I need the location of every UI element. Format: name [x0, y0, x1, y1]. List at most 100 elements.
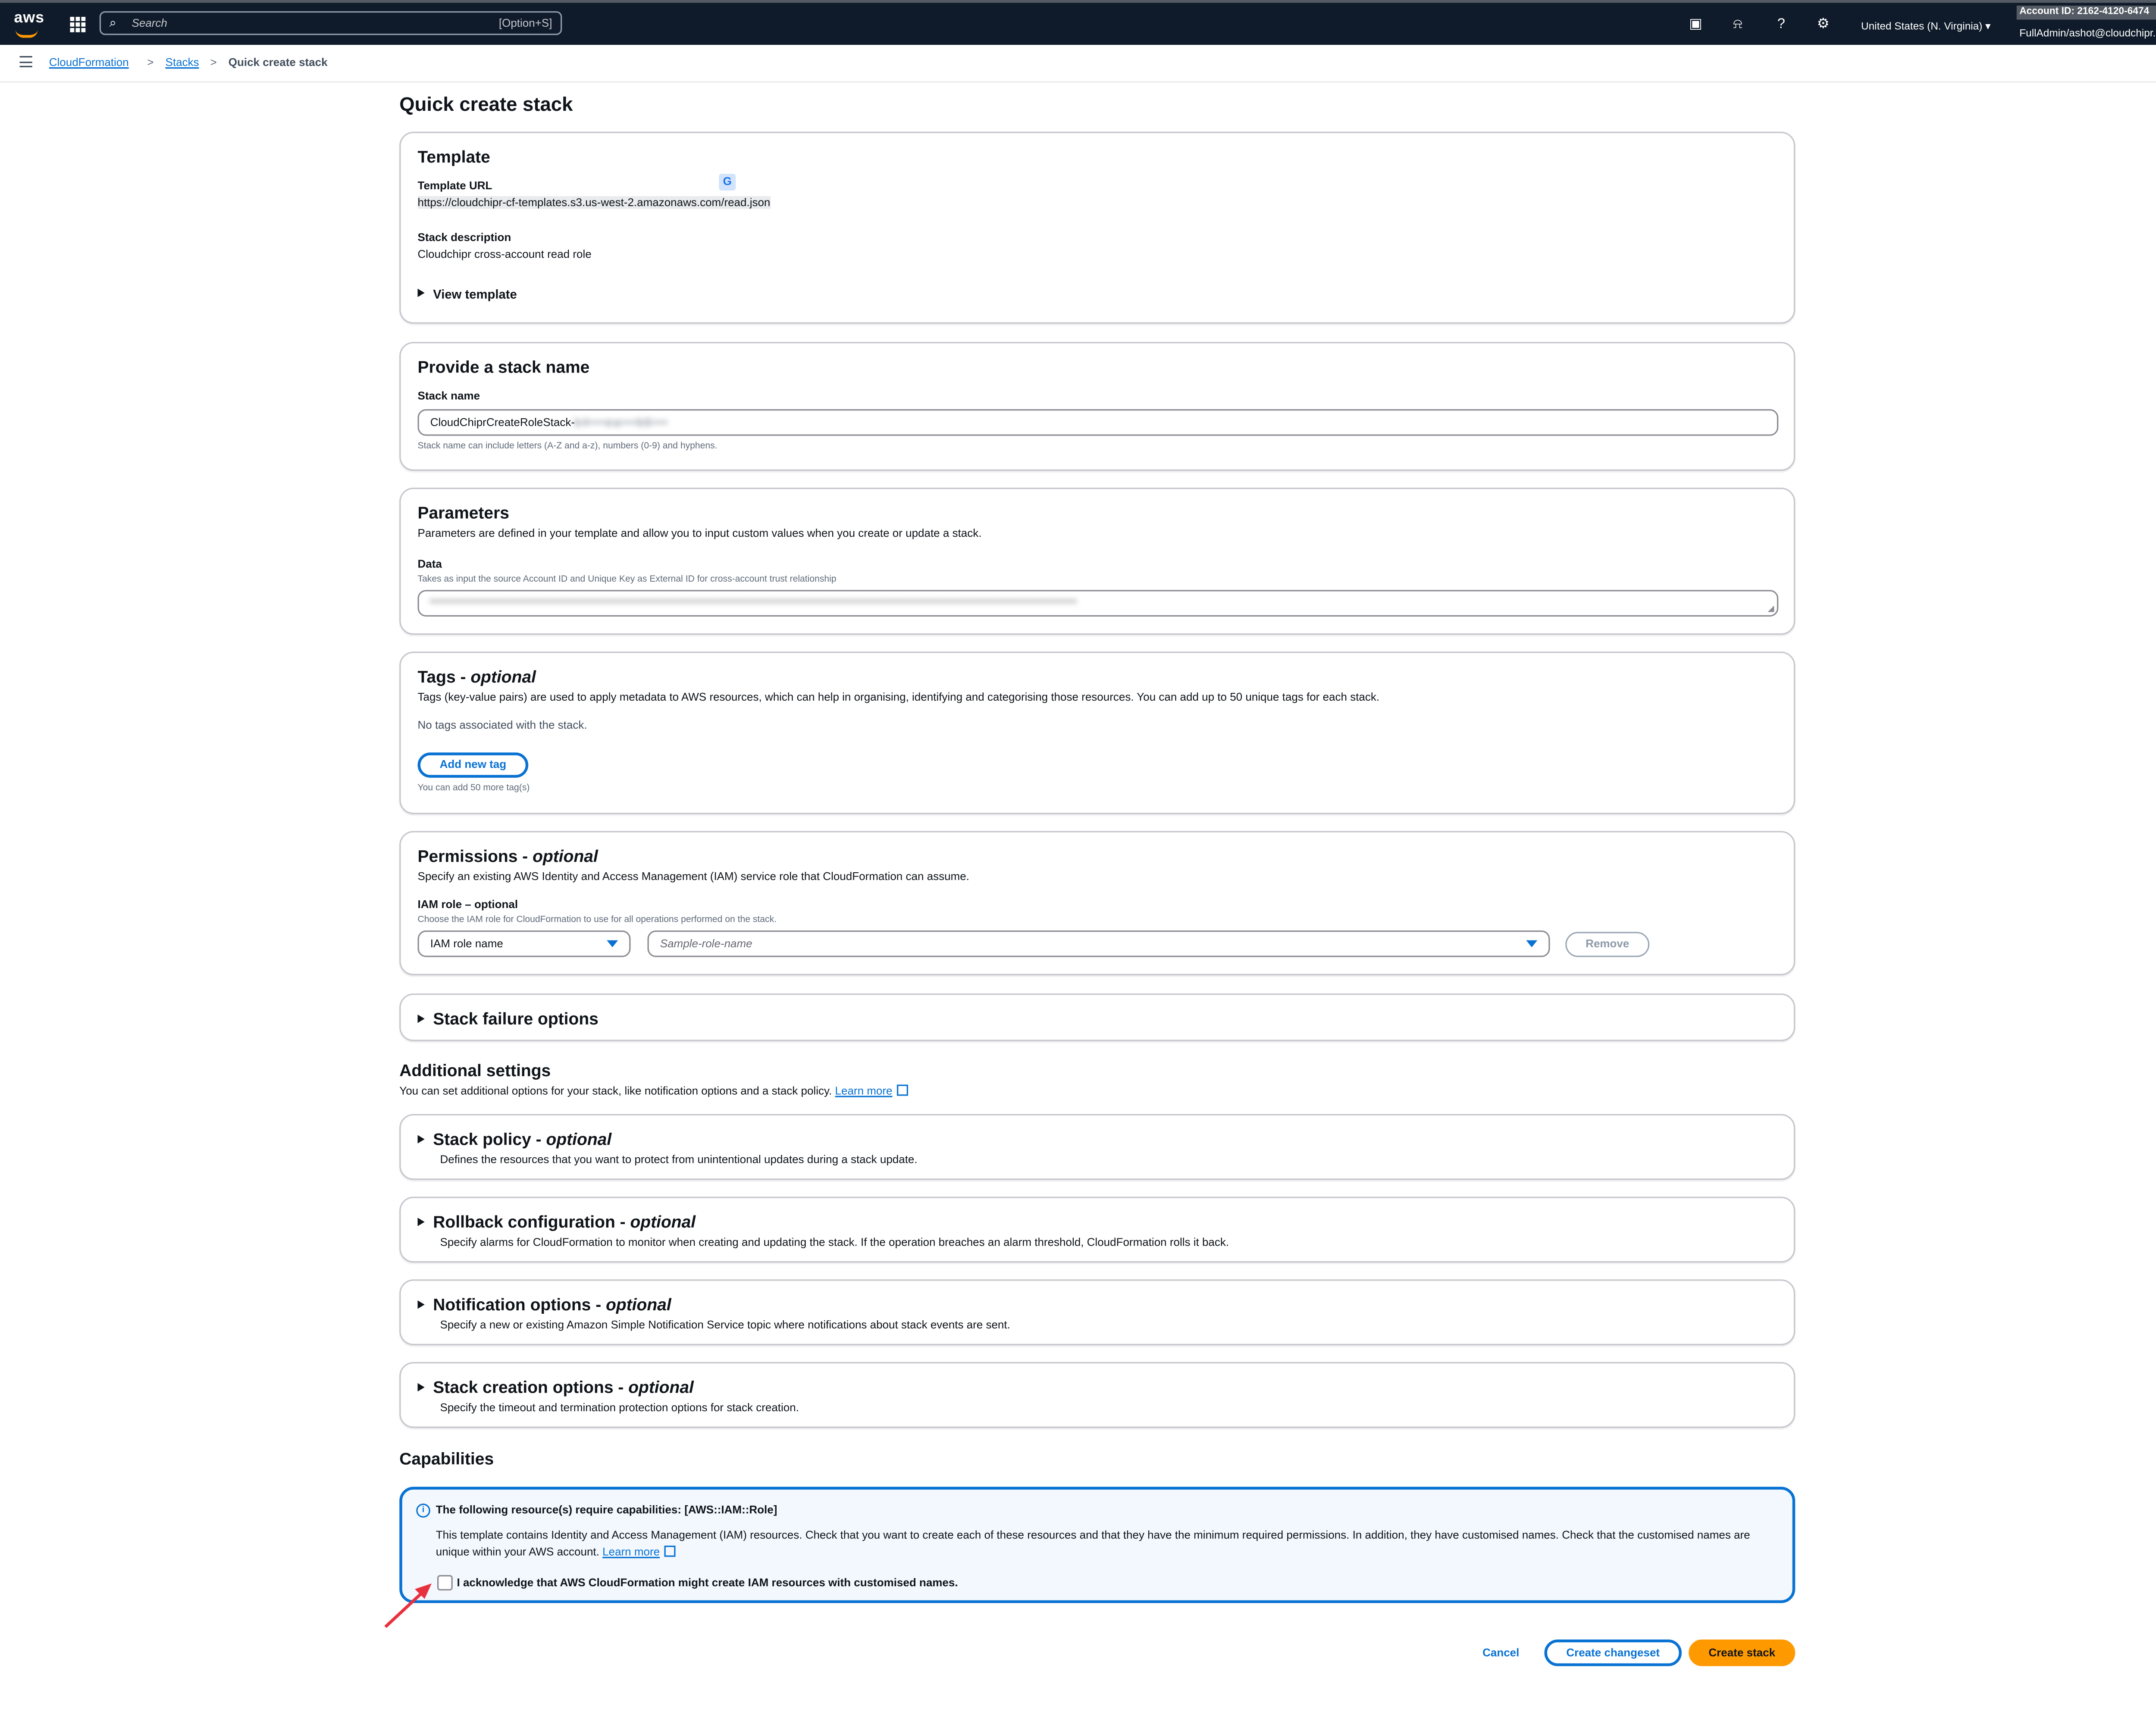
parameters-title: Parameters	[417, 503, 510, 523]
view-template-toggle[interactable]: View template	[417, 287, 517, 301]
notification-options-desc: Specify a new or existing Amazon Simple …	[440, 1319, 1010, 1331]
permissions-title-text: Permissions	[417, 846, 518, 866]
console-page: aws ⌕ Search [Option+S] ▣ ⍾ ? ⚙ United S…	[0, 0, 2156, 1732]
stack-name-input[interactable]: CloudChiprCreateRoleStack-b4•••ea•••b6••…	[417, 409, 1779, 436]
notification-options-panel[interactable]: Notification options - optional Specify …	[399, 1279, 1796, 1345]
breadcrumb-stacks[interactable]: Stacks	[166, 56, 199, 69]
top-nav-bar: aws ⌕ Search [Option+S] ▣ ⍾ ? ⚙ United S…	[0, 0, 2156, 45]
additional-settings-desc: You can set additional options for your …	[399, 1084, 908, 1097]
stack-failure-options-title: Stack failure options	[433, 1009, 599, 1029]
template-title: Template	[417, 147, 490, 167]
rollback-configuration-toggle[interactable]: Rollback configuration - optional	[417, 1212, 696, 1232]
remove-button[interactable]: Remove	[1565, 932, 1650, 957]
notification-options-toggle[interactable]: Notification options - optional	[417, 1295, 671, 1315]
stack-name-title: Provide a stack name	[417, 357, 590, 377]
annotation-arrow-icon	[384, 1583, 432, 1628]
user-menu[interactable]: FullAdmin/ashot@cloudchipr.com	[2019, 27, 2156, 39]
permissions-panel: Permissions - optional Specify an existi…	[399, 831, 1796, 975]
tags-optional: optional	[470, 667, 536, 687]
rollback-configuration-panel[interactable]: Rollback configuration - optional Specif…	[399, 1196, 1796, 1263]
search-placeholder: Search	[132, 17, 167, 30]
stack-policy-title: Stack policy	[433, 1129, 531, 1149]
stack-failure-options-panel[interactable]: Stack failure options	[399, 993, 1796, 1041]
data-value-redacted: ••••••••••••••••••••••••••••••••••••••••…	[430, 598, 1078, 607]
parameters-desc: Parameters are defined in your template …	[417, 527, 982, 540]
caret-right-icon	[417, 1383, 425, 1392]
tags-title-text: Tags	[417, 667, 456, 687]
info-icon: i	[416, 1503, 430, 1518]
caret-right-icon	[417, 1135, 425, 1143]
rollback-configuration-title: Rollback configuration	[433, 1212, 615, 1232]
iam-role-placeholder: Sample-role-name	[660, 937, 752, 950]
services-grid-icon[interactable]	[70, 17, 86, 32]
parameters-panel: Parameters Parameters are defined in you…	[399, 488, 1796, 635]
search-shortcut: [Option+S]	[498, 17, 552, 30]
rollback-configuration-optional: optional	[630, 1212, 696, 1232]
capabilities-title: Capabilities	[399, 1449, 494, 1469]
iam-role-select[interactable]: Sample-role-name	[647, 930, 1550, 957]
tags-desc: Tags (key-value pairs) are used to apply…	[417, 691, 1380, 704]
stack-name-hint: Stack name can include letters (A-Z and …	[417, 441, 718, 451]
stack-creation-options-panel[interactable]: Stack creation options - optional Specif…	[399, 1362, 1796, 1428]
stack-name-redacted: b4•••ea•••b6•••	[575, 416, 669, 429]
region-selector[interactable]: United States (N. Virginia) ▾	[1861, 20, 1990, 32]
notification-options-optional: optional	[606, 1295, 671, 1315]
breadcrumb: CloudFormation > Stacks > Quick create s…	[0, 45, 2156, 83]
data-input[interactable]: ••••••••••••••••••••••••••••••••••••••••…	[417, 590, 1779, 617]
page-title: Quick create stack	[399, 92, 573, 115]
acknowledge-label[interactable]: I acknowledge that AWS CloudFormation mi…	[457, 1576, 958, 1589]
rollback-configuration-desc: Specify alarms for CloudFormation to mon…	[440, 1236, 1229, 1249]
learn-more-link[interactable]: Learn more	[835, 1085, 893, 1097]
stack-name-label: Stack name	[417, 389, 480, 402]
stack-creation-options-desc: Specify the timeout and termination prot…	[440, 1401, 799, 1414]
breadcrumb-cloudformation[interactable]: CloudFormation	[49, 56, 129, 69]
additional-settings-desc-text: You can set additional options for your …	[399, 1084, 832, 1097]
add-new-tag-button[interactable]: Add new tag	[417, 752, 529, 778]
caret-down-icon	[1526, 940, 1538, 947]
bell-icon[interactable]: ⍾	[1728, 16, 1748, 35]
capabilities-alert: i The following resource(s) require capa…	[399, 1487, 1796, 1603]
stack-description: Cloudchipr cross-account read role	[417, 248, 592, 261]
help-icon[interactable]: ?	[1771, 16, 1791, 35]
create-stack-button[interactable]: Create stack	[1689, 1639, 1796, 1666]
tags-empty: No tags associated with the stack.	[417, 719, 587, 732]
permissions-optional: optional	[533, 846, 598, 866]
translate-icon[interactable]: G	[719, 174, 736, 191]
create-changeset-button[interactable]: Create changeset	[1544, 1639, 1682, 1666]
caret-right-icon	[417, 1015, 425, 1023]
stack-name-value: CloudChiprCreateRoleStack-b4•••ea•••b6••…	[430, 416, 669, 429]
acknowledge-checkbox[interactable]	[437, 1575, 453, 1591]
chevron-right-icon: >	[210, 56, 217, 69]
cancel-button[interactable]: Cancel	[1472, 1640, 1531, 1666]
external-link-icon	[896, 1084, 908, 1096]
region-label: United States (N. Virginia)	[1861, 19, 1983, 32]
iam-role-type-select[interactable]: IAM role name	[417, 930, 631, 957]
view-template-label: View template	[433, 287, 517, 301]
tags-panel: Tags - optional Tags (key-value pairs) a…	[399, 651, 1796, 814]
search-input[interactable]: ⌕ Search [Option+S]	[99, 11, 562, 35]
menu-icon[interactable]	[19, 56, 32, 71]
capabilities-alert-body: This template contains Identity and Acce…	[436, 1528, 1767, 1561]
template-panel: Template Template URL https://cloudchipr…	[399, 132, 1796, 324]
permissions-title: Permissions - optional	[417, 846, 598, 866]
stack-name-prefix: CloudChiprCreateRoleStack-	[430, 416, 575, 429]
caret-down-icon	[607, 940, 618, 947]
stack-creation-options-title: Stack creation options	[433, 1377, 614, 1397]
iam-role-type-value: IAM role name	[430, 937, 503, 950]
chevron-right-icon: >	[147, 56, 154, 69]
stack-creation-options-toggle[interactable]: Stack creation options - optional	[417, 1377, 694, 1397]
data-label: Data	[417, 557, 442, 570]
template-url: https://cloudchipr-cf-templates.s3.us-we…	[417, 196, 771, 209]
capabilities-learn-more-link[interactable]: Learn more	[602, 1546, 660, 1558]
account-id[interactable]: Account ID: 2162-4120-6474	[2016, 6, 2156, 20]
stack-policy-panel[interactable]: Stack policy - optional Defines the reso…	[399, 1114, 1796, 1180]
stack-policy-toggle[interactable]: Stack policy - optional	[417, 1129, 611, 1149]
stack-failure-options-toggle[interactable]: Stack failure options	[417, 1009, 599, 1029]
cloudshell-icon[interactable]: ▣	[1686, 16, 1706, 35]
aws-logo[interactable]: aws	[14, 10, 45, 27]
caret-right-icon	[417, 1300, 425, 1309]
stack-description-label: Stack description	[417, 231, 511, 244]
resize-handle-icon[interactable]: ◢	[1767, 604, 1774, 614]
data-hint: Takes as input the source Account ID and…	[417, 574, 837, 585]
gear-icon[interactable]: ⚙	[1814, 16, 1833, 35]
